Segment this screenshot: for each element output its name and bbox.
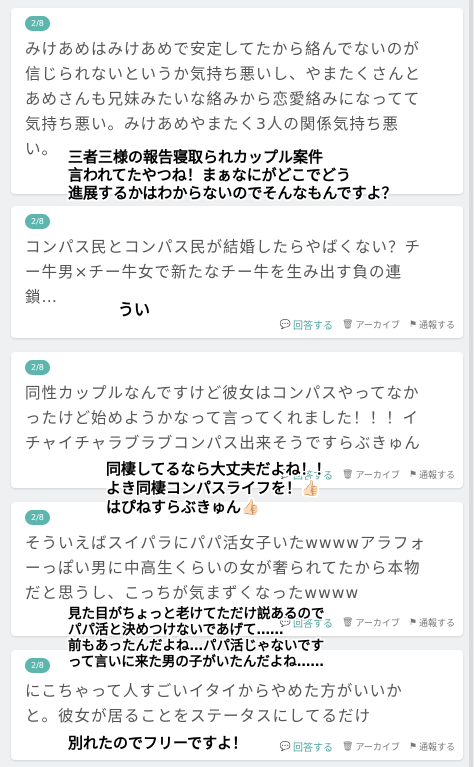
answer-button[interactable]: 💬 回答する bbox=[279, 317, 333, 333]
reply-overlay: 別れたのでフリーですよ！ bbox=[68, 734, 248, 752]
post-line: ー牛男×チー牛女で新たなチー牛を生み出す負の連 bbox=[25, 263, 402, 281]
post-line: あめさんも兄妹みたいな絡みから恋愛絡みになってて bbox=[25, 90, 421, 108]
trash-icon: 🗑 bbox=[342, 319, 354, 330]
post-line: みけあめはみけあめで安定してたから絡んでないのが bbox=[25, 40, 420, 58]
post-line: 同性カップルなんですけど彼女はコンパスやってなか bbox=[25, 384, 420, 402]
post-number-badge: 2/8 bbox=[25, 658, 50, 673]
report-button[interactable]: ⚑ 通報する bbox=[408, 468, 455, 482]
chat-bubble-icon: 💬 bbox=[279, 741, 291, 752]
flag-icon: ⚑ bbox=[408, 741, 417, 752]
post-card: 2/8 コンパス民とコンパス民が結婚したらやばくない？チ ー牛男×チー牛女で新た… bbox=[11, 206, 463, 338]
report-button[interactable]: ⚑ 通報する bbox=[408, 616, 455, 630]
archive-button[interactable]: 🗑 アーカイブ bbox=[342, 318, 400, 332]
post-line: 気持ち悪い。みけあめやまたく3人の関係気持ち悪 bbox=[25, 115, 399, 133]
post-actions: 💬 回答する 🗑 アーカイブ ⚑ 通報する bbox=[279, 317, 455, 333]
post-number-badge: 2/8 bbox=[25, 214, 50, 229]
report-button[interactable]: ⚑ 通報する bbox=[408, 740, 455, 754]
trash-icon: 🗑 bbox=[342, 617, 354, 628]
post-line: にこちゃって人すごいイタイからやめた方がいいか bbox=[25, 682, 403, 700]
post-line: ーっぽい男に中高生くらいの女が奢られてたから本物 bbox=[25, 559, 421, 577]
post-number-badge: 2/8 bbox=[25, 360, 50, 375]
post-body: そういえばスイパラにパパ活女子いたwwwwアラフォ ーっぽい男に中高生くらいの女… bbox=[25, 531, 451, 606]
page-scrollbar[interactable] bbox=[469, 0, 473, 767]
answer-button[interactable]: 💬 回答する bbox=[279, 739, 333, 755]
post-line: だと思うし、こっちが気まずくなったwwww bbox=[25, 584, 360, 602]
post-number-badge: 2/8 bbox=[25, 16, 50, 31]
reply-overlay: うい bbox=[118, 300, 151, 319]
post-actions: 💬 回答する 🗑 アーカイブ ⚑ 通報する bbox=[279, 739, 455, 755]
reply-overlay: 見た目がちょっと老けてただけ説あるので パパ活と決めつけないであげて…… 前もあ… bbox=[68, 606, 325, 670]
archive-button[interactable]: 🗑 アーカイブ bbox=[342, 616, 400, 630]
trash-icon: 🗑 bbox=[342, 469, 354, 480]
post-body: 同性カップルなんですけど彼女はコンパスやってなか ったけど始めようかなって言って… bbox=[25, 381, 451, 456]
flag-icon: ⚑ bbox=[408, 617, 417, 628]
report-button[interactable]: ⚑ 通報する bbox=[408, 318, 455, 332]
post-line: 鎖… bbox=[25, 288, 59, 306]
post-line: 信じられないというか気持ち悪いし、やまたくさんと bbox=[25, 65, 422, 83]
archive-button[interactable]: 🗑 アーカイブ bbox=[342, 468, 400, 482]
post-body: コンパス民とコンパス民が結婚したらやばくない？チ ー牛男×チー牛女で新たなチー牛… bbox=[25, 235, 451, 310]
post-body: みけあめはみけあめで安定してたから絡んでないのが 信じられないというか気持ち悪い… bbox=[25, 37, 451, 162]
flag-icon: ⚑ bbox=[408, 469, 417, 480]
trash-icon: 🗑 bbox=[342, 741, 354, 752]
post-body: にこちゃって人すごいイタイからやめた方がいいか と。彼女が居ることをステータスに… bbox=[25, 679, 451, 729]
post-line: ったけど始めようかなって言ってくれました！！！イ bbox=[25, 409, 419, 427]
archive-button[interactable]: 🗑 アーカイブ bbox=[342, 740, 400, 754]
post-line: チャイチャラブラブコンパス出来そうですらぶきゅん bbox=[25, 434, 421, 452]
post-number-badge: 2/8 bbox=[25, 510, 50, 525]
reply-overlay: 同棲してるなら大丈夫だよね！！ よき同棲コンパスライフを！👍🏻 はぴねすらぶきゅ… bbox=[106, 460, 331, 516]
flag-icon: ⚑ bbox=[408, 319, 417, 330]
reply-overlay: 三者三様の報告寝取られカップル案件 言われてたやつね！まぁなにがどこでどう 進展… bbox=[68, 148, 397, 202]
chat-bubble-icon: 💬 bbox=[279, 319, 291, 330]
post-line: と。彼女が居ることをステータスにしてるだけ bbox=[25, 707, 372, 725]
post-line: コンパス民とコンパス民が結婚したらやばくない？チ bbox=[25, 238, 422, 256]
post-line: そういえばスイパラにパパ活女子いたwwwwアラフォ bbox=[25, 534, 426, 552]
